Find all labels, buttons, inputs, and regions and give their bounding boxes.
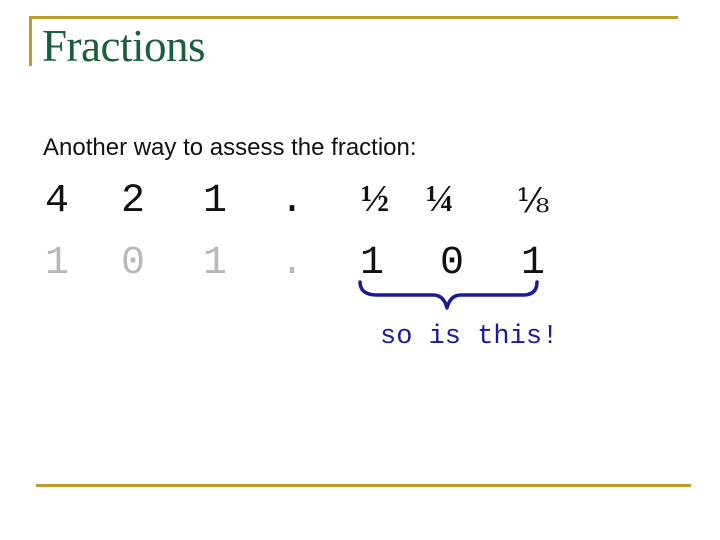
left-accent-rule — [29, 16, 32, 66]
slide-subtitle: Another way to assess the fraction: — [43, 134, 417, 161]
place-value-4: 4 — [44, 179, 69, 224]
binary-digit: 1 — [202, 241, 227, 286]
binary-digit: 0 — [120, 241, 145, 286]
curly-brace-icon — [358, 280, 539, 310]
brace-label: so is this! — [380, 322, 559, 352]
place-value-eighth: ⅛ — [516, 181, 550, 221]
place-value-1: 1 — [202, 179, 227, 224]
place-value-2: 2 — [120, 179, 145, 224]
binary-point: . — [279, 241, 304, 286]
place-value-quarter: ¼ — [425, 178, 455, 220]
bottom-accent-rule — [36, 484, 691, 487]
place-value-point: . — [279, 179, 304, 224]
binary-digit: 1 — [44, 241, 69, 286]
slide-title: Fractions — [42, 21, 205, 71]
place-value-half: ½ — [360, 178, 390, 220]
top-accent-rule — [29, 16, 678, 19]
